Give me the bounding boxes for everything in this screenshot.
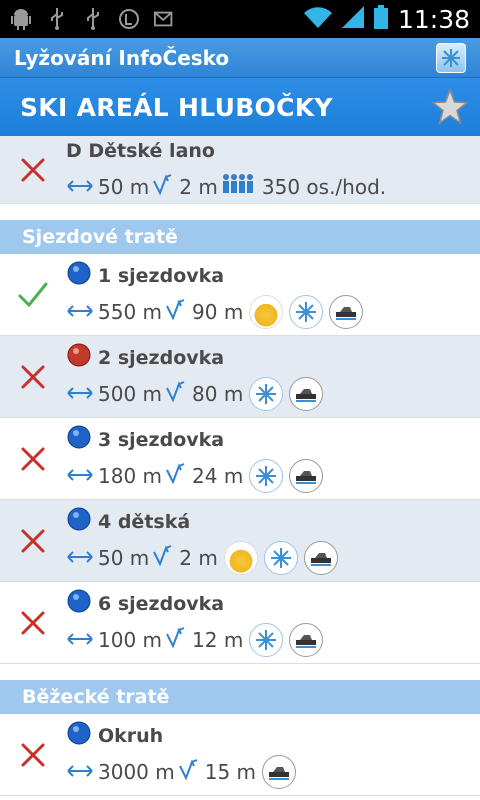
- status-bar: 11:38: [0, 0, 480, 38]
- snow-groomer-icon: [262, 754, 297, 789]
- snow-groomer-icon: [329, 294, 364, 329]
- slope-length: 180 m: [98, 463, 163, 488]
- slope-height: 2 m: [179, 545, 218, 570]
- snowflake-icon: [249, 458, 284, 493]
- lift-capacity: 350 os./hod.: [261, 174, 387, 199]
- slope-name: 4 dětská: [98, 510, 191, 533]
- slope-row[interactable]: 1 sjezdovka 550 m 90 m: [0, 254, 480, 336]
- sun-icon: [223, 540, 258, 575]
- slope-name: 3 sjezdovka: [98, 428, 225, 451]
- blue-difficulty-icon: [66, 588, 92, 619]
- slope-row[interactable]: 2 sjezdovka 500 m 80 m: [0, 336, 480, 418]
- battery-icon: [373, 5, 388, 33]
- elevation-icon: [166, 298, 188, 325]
- section-header-downhill: Sjezdové tratě: [0, 220, 480, 254]
- trail-row[interactable]: Okruh 3000 m 15 m: [0, 714, 480, 796]
- elevation-icon: [166, 462, 188, 489]
- clock: 11:38: [397, 4, 470, 34]
- notification-icons: [10, 8, 176, 30]
- slope-length: 550 m: [98, 299, 163, 324]
- slope-name: 6 sjezdovka: [98, 592, 225, 615]
- open-check-icon: [0, 282, 66, 308]
- snowflake-icon: [249, 622, 284, 657]
- slope-name: 1 sjezdovka: [98, 264, 225, 287]
- android-debug-icon: [10, 8, 32, 30]
- slope-length: 100 m: [98, 627, 163, 652]
- length-arrow-icon: [66, 464, 94, 488]
- closed-icon: [0, 157, 66, 183]
- slope-height: 90 m: [192, 299, 244, 324]
- slope-height: 80 m: [192, 381, 244, 406]
- mail-notification-icon: [154, 8, 176, 30]
- signal-icon: [341, 6, 364, 32]
- app-title: Lyžování InfoČesko: [14, 45, 230, 70]
- favorite-star-icon[interactable]: [430, 87, 470, 127]
- trail-length: 3000 m: [98, 759, 175, 784]
- blue-difficulty-icon: [66, 506, 92, 537]
- snowflake-icon: [263, 540, 298, 575]
- app-bar: Lyžování InfoČesko: [0, 38, 480, 78]
- lift-name: D Dětské lano: [66, 139, 215, 162]
- length-arrow-icon: [66, 628, 94, 652]
- snow-groomer-icon: [289, 622, 324, 657]
- red-difficulty-icon: [66, 342, 92, 373]
- blue-difficulty-icon: [66, 424, 92, 455]
- sun-icon: [249, 294, 284, 329]
- closed-icon: [0, 446, 66, 472]
- length-arrow-icon: [66, 382, 94, 406]
- snowflake-icon: [289, 294, 324, 329]
- snow-groomer-icon: [289, 458, 324, 493]
- section-header-crosscountry: Běžecké tratě: [0, 680, 480, 714]
- slope-row[interactable]: 6 sjezdovka 100 m 12 m: [0, 582, 480, 664]
- closed-icon: [0, 742, 66, 768]
- elevation-icon: [166, 380, 188, 407]
- slope-name: 2 sjezdovka: [98, 346, 225, 369]
- trail-height: 15 m: [204, 759, 257, 784]
- snowflake-app-icon[interactable]: [436, 42, 466, 73]
- usb-icon-2: [82, 8, 104, 30]
- length-arrow-icon: [66, 175, 94, 199]
- slope-row[interactable]: 4 dětská 50 m 2 m: [0, 500, 480, 582]
- usb-icon: [46, 8, 68, 30]
- blue-difficulty-icon: [66, 260, 92, 291]
- resort-list: D Dětské lano 50 m 2 m 350 os./hod. Sjez…: [0, 136, 480, 796]
- slope-length: 500 m: [98, 381, 163, 406]
- slope-length: 50 m: [98, 545, 150, 570]
- closed-icon: [0, 528, 66, 554]
- closed-icon: [0, 364, 66, 390]
- slope-row[interactable]: 3 sjezdovka 180 m 24 m: [0, 418, 480, 500]
- length-arrow-icon: [66, 546, 94, 570]
- length-arrow-icon: [66, 760, 94, 784]
- slope-height: 12 m: [192, 627, 244, 652]
- elevation-icon: [166, 626, 188, 653]
- elevation-icon: [178, 758, 201, 785]
- elevation-icon: [153, 173, 175, 200]
- people-icon: [222, 173, 258, 200]
- resort-title-bar: SKI AREÁL HLUBOČKY: [0, 78, 480, 136]
- blue-difficulty-icon: [66, 720, 92, 751]
- trail-name: Okruh: [98, 724, 164, 747]
- app-notification-icon: [118, 8, 140, 30]
- slope-height: 24 m: [192, 463, 244, 488]
- closed-icon: [0, 610, 66, 636]
- snowflake-icon: [249, 376, 284, 411]
- elevation-icon: [153, 544, 175, 571]
- length-arrow-icon: [66, 300, 94, 324]
- wifi-icon: [303, 6, 332, 32]
- lift-length: 50 m: [98, 174, 150, 199]
- lift-row[interactable]: D Dětské lano 50 m 2 m 350 os./hod.: [0, 136, 480, 204]
- snow-groomer-icon: [303, 540, 338, 575]
- snow-groomer-icon: [289, 376, 324, 411]
- lift-meta: 50 m 2 m 350 os./hod.: [66, 170, 480, 204]
- page-title: SKI AREÁL HLUBOČKY: [20, 92, 333, 122]
- lift-height: 2 m: [179, 174, 218, 199]
